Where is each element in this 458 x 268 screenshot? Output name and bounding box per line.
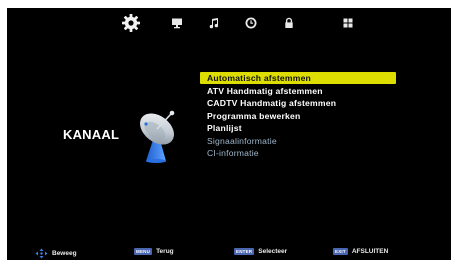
hint-back: MENU Terug [134,248,174,255]
help-bar: Beweeg MENU Terug ENTER Selecteer EXIT A… [7,246,451,260]
hint-select: ENTER Selecteer [234,248,287,255]
grid-icon [343,18,353,28]
hint-exit-label: AFSLUITEN [351,248,389,255]
menu-item-cadtv-manual-tuning[interactable]: CADTV Handmatig afstemmen [200,97,396,110]
menu-item-signal-information: Signaalinformatie [207,135,277,146]
exit-key-badge: EXIT [333,248,348,255]
menu-item-schedule-list[interactable]: Planlijst [200,122,396,135]
hint-move-label: Beweeg [52,250,77,257]
dpad-icon [35,248,48,259]
menu-item-atv-manual-tuning[interactable]: ATV Handmatig afstemmen [200,85,396,98]
hint-move: Beweeg [35,248,77,259]
gear-icon [122,14,140,32]
tab-settings[interactable] [118,10,144,36]
music-note-icon [209,18,219,29]
menu-item-ci-information: CI-informatie [207,148,259,158]
menu-key-badge: MENU [134,248,153,255]
tab-options[interactable] [337,12,359,34]
hint-back-label: Terug [156,248,174,255]
lock-icon [285,17,293,28]
channel-menu: Automatisch afstemmen ATV Handmatig afst… [200,72,396,160]
tab-time[interactable] [240,12,262,34]
clock-icon [245,17,257,29]
menu-tab-bar [7,8,451,36]
tab-sound[interactable] [203,12,225,34]
satellite-dish-icon [140,110,175,163]
section-title: KANAAL [63,127,120,142]
monitor-icon [172,18,182,29]
tab-picture[interactable] [166,12,188,34]
menu-item-auto-tuning[interactable]: Automatisch afstemmen [200,72,396,84]
menu-item-program-edit[interactable]: Programma bewerken [200,110,396,123]
tab-lock[interactable] [278,12,300,34]
hint-exit: EXIT AFSLUITEN [333,248,388,255]
enter-key-badge: ENTER [234,248,255,255]
hint-select-label: Selecteer [258,248,288,255]
tv-menu-screen: KANAAL Automatisch afstemmen ATV Handmat… [7,8,451,260]
